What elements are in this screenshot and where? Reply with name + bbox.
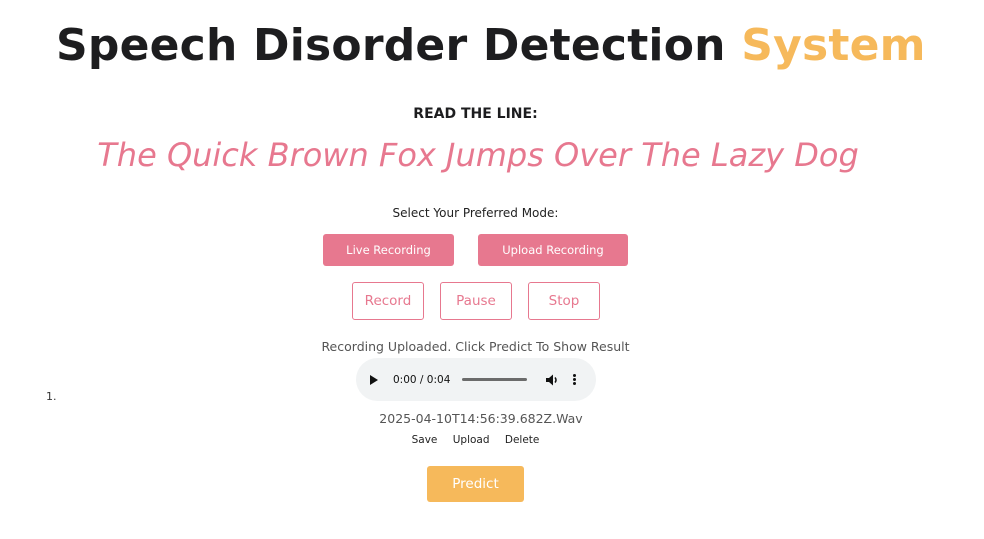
page-title-accent: System xyxy=(741,20,926,71)
mode-label: Select Your Preferred Mode: xyxy=(392,206,559,220)
audio-time: 0:00 / 0:04 xyxy=(393,373,451,386)
read-line-label: READ THE LINE: xyxy=(413,106,538,122)
live-recording-button[interactable]: Live Recording xyxy=(323,234,454,266)
page-title: Speech Disorder Detection System xyxy=(56,20,926,71)
upload-link[interactable]: Upload xyxy=(453,434,490,446)
delete-link[interactable]: Delete xyxy=(505,434,540,446)
recording-actions: Save Upload Delete xyxy=(0,434,951,446)
audio-player[interactable]: 0:00 / 0:04 xyxy=(356,358,596,401)
status-message: Recording Uploaded. Click Predict To Sho… xyxy=(321,339,630,354)
upload-recording-button[interactable]: Upload Recording xyxy=(478,234,628,266)
audio-progress-slider[interactable] xyxy=(462,378,528,381)
save-link[interactable]: Save xyxy=(412,434,438,446)
record-button[interactable]: Record xyxy=(352,282,424,320)
recording-filename: 2025-04-10T14:56:39.682Z.Wav xyxy=(379,411,583,426)
stop-button[interactable]: Stop xyxy=(528,282,600,320)
predict-button[interactable]: Predict xyxy=(427,466,524,502)
more-vert-icon[interactable] xyxy=(573,374,577,385)
play-icon[interactable] xyxy=(370,374,378,385)
list-item-marker: 1. xyxy=(46,390,57,403)
pause-button[interactable]: Pause xyxy=(440,282,512,320)
prompt-sentence: The Quick Brown Fox Jumps Over The Lazy … xyxy=(97,136,859,174)
volume-icon[interactable] xyxy=(545,373,559,387)
page-title-main: Speech Disorder Detection xyxy=(56,20,726,71)
